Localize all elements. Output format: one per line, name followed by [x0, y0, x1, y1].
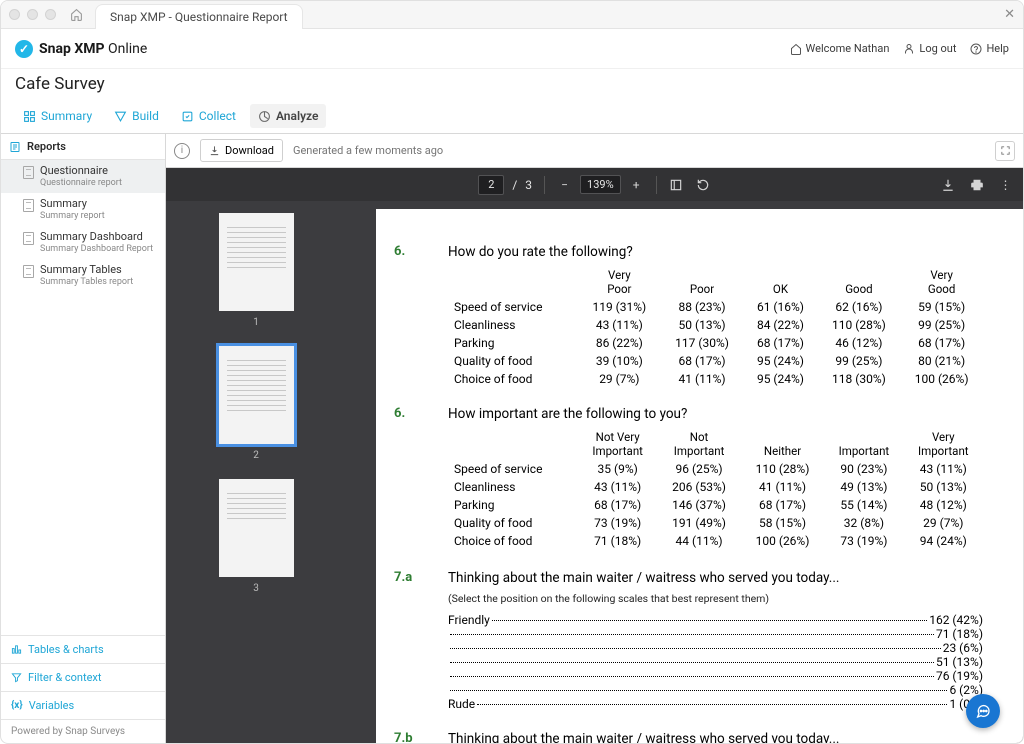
reports-list: QuestionnaireQuestionnaire reportSummary… — [1, 160, 165, 635]
report-doc-icon — [23, 166, 34, 179]
home-icon[interactable] — [70, 8, 83, 21]
tab-collect-label: Collect — [199, 109, 236, 123]
help-text: Help — [986, 42, 1009, 55]
welcome-text: Welcome Nathan — [806, 42, 890, 55]
pdf-download-icon[interactable] — [940, 178, 955, 192]
survey-title: Cafe Survey — [15, 74, 105, 94]
report-item-2[interactable]: Summary DashboardSummary Dashboard Repor… — [1, 226, 165, 259]
traffic-max[interactable] — [45, 9, 56, 20]
browser-tab-title: Snap XMP - Questionnaire Report — [110, 10, 288, 24]
tab-analyze-label: Analyze — [276, 109, 319, 123]
thumb-2[interactable] — [219, 346, 294, 444]
info-icon[interactable]: i — [174, 143, 190, 159]
tab-analyze[interactable]: Analyze — [250, 104, 327, 128]
pdf-viewer: 2 / 3 − 139% + — [166, 168, 1023, 743]
tab-summary[interactable]: Summary — [15, 104, 100, 128]
tab-summary-label: Summary — [41, 109, 92, 123]
welcome-link[interactable]: Welcome Nathan — [790, 42, 890, 55]
tab-collect[interactable]: Collect — [173, 104, 244, 128]
q6a-num: 6. — [394, 244, 424, 260]
report-sub: Questionnaire report — [40, 178, 122, 189]
q6b-table: Not VeryImportantNotImportantNeitherImpo… — [448, 428, 983, 550]
thumb-2-label: 2 — [166, 450, 346, 461]
report-doc-icon — [23, 232, 34, 245]
page-scroll[interactable]: 6. How do you rate the following? VeryPo… — [346, 168, 1023, 743]
report-title: Summary — [40, 197, 105, 211]
powered-by: Powered by Snap Surveys — [1, 719, 165, 743]
page-sep: / — [512, 178, 517, 192]
tab-build[interactable]: Build — [106, 104, 167, 128]
thumb-3-label: 3 — [166, 583, 346, 594]
report-title: Questionnaire — [40, 164, 122, 178]
print-icon[interactable] — [969, 178, 984, 192]
report-doc-icon — [23, 265, 34, 278]
traffic-lights — [9, 9, 56, 20]
help-link[interactable]: Help — [970, 42, 1009, 55]
brand: ✓ Snap XMP Online — [15, 40, 147, 58]
survey-title-row: Cafe Survey — [1, 69, 1023, 99]
accordion-filter-label: Filter & context — [28, 671, 101, 684]
titlebar: Snap XMP - Questionnaire Report ✕ — [1, 1, 1023, 29]
q6b-title: How important are the following to you? — [448, 406, 687, 422]
accordion-variables-label: Variables — [29, 699, 75, 712]
fullscreen-button[interactable] — [995, 141, 1015, 161]
report-sub: Summary Dashboard Report — [40, 244, 153, 255]
report-title: Summary Dashboard — [40, 230, 153, 244]
report-item-1[interactable]: SummarySummary report — [1, 193, 165, 226]
q7b-title: Thinking about the main waiter / waitres… — [448, 731, 839, 743]
q7b-num: 7.b — [394, 731, 424, 743]
download-label: Download — [225, 144, 274, 157]
page-total: 3 — [525, 178, 532, 192]
doc-toolbar: i Download Generated a few moments ago — [166, 134, 1023, 168]
report-sub: Summary report — [40, 211, 105, 222]
accordion-tables-label: Tables & charts — [28, 643, 104, 656]
zoom-out-icon[interactable]: − — [557, 178, 572, 192]
traffic-close[interactable] — [9, 9, 20, 20]
q6a-title: How do you rate the following? — [448, 244, 633, 260]
zoom-in-icon[interactable]: + — [629, 178, 644, 192]
chat-bubble-button[interactable] — [966, 694, 1000, 728]
brand-text: Snap XMP Online — [39, 41, 147, 57]
variables-icon: {x} — [11, 700, 23, 711]
q7a-title: Thinking about the main waiter / waitres… — [448, 570, 839, 586]
accordion-filter[interactable]: Filter & context — [1, 663, 165, 691]
rotate-icon[interactable] — [696, 178, 711, 192]
q7a-num: 7.a — [394, 570, 424, 586]
left-panel: Reports QuestionnaireQuestionnaire repor… — [1, 134, 166, 743]
accordion-variables[interactable]: {x} Variables — [1, 691, 165, 719]
logout-text: Log out — [919, 42, 956, 55]
window-close-icon[interactable]: ✕ — [1004, 7, 1015, 22]
brand-check-icon: ✓ — [15, 40, 33, 58]
fit-page-icon[interactable] — [669, 178, 684, 192]
page-input[interactable]: 2 — [478, 175, 504, 195]
reports-title: Reports — [27, 140, 66, 153]
reports-header[interactable]: Reports — [1, 134, 165, 160]
header-bar: ✓ Snap XMP Online Welcome Nathan Log out… — [1, 29, 1023, 69]
thumb-1-label: 1 — [166, 317, 346, 328]
report-sub: Summary Tables report — [40, 277, 133, 288]
q6a-table: VeryPoorPoorOKGoodVeryGoodSpeed of servi… — [448, 266, 983, 388]
download-button[interactable]: Download — [200, 139, 283, 162]
accordion-tables[interactable]: Tables & charts — [1, 635, 165, 663]
nav-tabs: Summary Build Collect Analyze — [1, 99, 1023, 133]
report-doc-icon — [23, 199, 34, 212]
q7a-scale: Friendly 162 (42%) 71 (18%) 23 (6%) 51 (… — [448, 613, 983, 711]
q7a-sub: (Select the position on the following sc… — [448, 592, 983, 605]
pdf-toolbar: 2 / 3 − 139% + — [166, 168, 1023, 201]
q6b-num: 6. — [394, 406, 424, 422]
browser-tab[interactable]: Snap XMP - Questionnaire Report — [95, 4, 303, 29]
page-2: 6. How do you rate the following? VeryPo… — [376, 209, 1023, 743]
thumb-1[interactable] — [219, 213, 294, 311]
traffic-min[interactable] — [27, 9, 38, 20]
thumb-3[interactable] — [219, 479, 294, 577]
report-title: Summary Tables — [40, 263, 133, 277]
tab-build-label: Build — [132, 109, 159, 123]
kebab-icon[interactable]: ⋮ — [998, 178, 1013, 192]
logout-link[interactable]: Log out — [903, 42, 956, 55]
zoom-level[interactable]: 139% — [580, 175, 621, 194]
thumbnail-panel: 1 2 3 — [166, 168, 346, 743]
generated-text: Generated a few moments ago — [293, 144, 443, 157]
report-item-0[interactable]: QuestionnaireQuestionnaire report — [1, 160, 165, 193]
report-item-3[interactable]: Summary TablesSummary Tables report — [1, 259, 165, 292]
